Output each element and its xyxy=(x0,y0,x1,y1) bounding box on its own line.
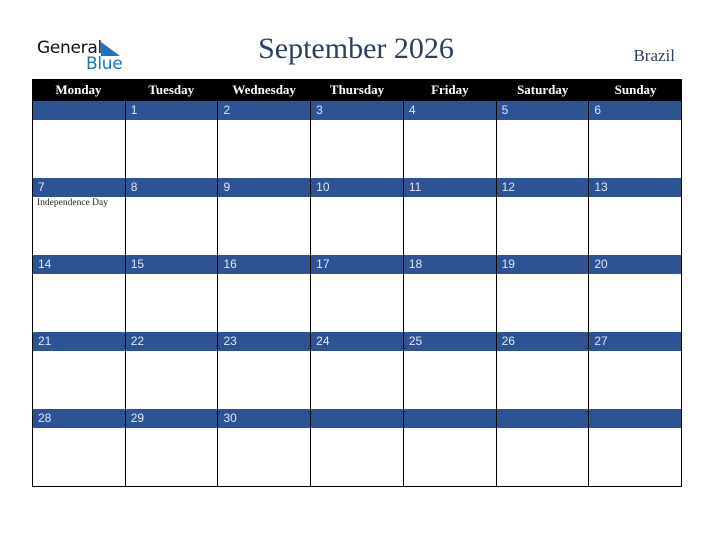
day-number: 13 xyxy=(589,178,682,197)
day-number: 1 xyxy=(125,101,218,120)
day-number: 24 xyxy=(311,332,403,351)
day-cell[interactable]: 13 xyxy=(589,178,683,255)
day-cell[interactable]: 18 xyxy=(403,255,497,332)
day-number: 16 xyxy=(218,255,311,274)
day-cell[interactable]: 22 xyxy=(125,332,219,409)
day-cell[interactable]: 21 xyxy=(33,332,126,409)
day-number: 5 xyxy=(496,101,589,120)
day-cell[interactable]: 7 Independence Day xyxy=(33,178,126,255)
day-cell[interactable]: 19 xyxy=(496,255,590,332)
day-cell[interactable]: 8 xyxy=(125,178,219,255)
day-number: 29 xyxy=(125,409,218,428)
day-number: 14 xyxy=(33,255,125,274)
week-row: 28 29 30 xyxy=(32,409,683,487)
day-cell[interactable]: 11 xyxy=(403,178,497,255)
day-number: 23 xyxy=(218,332,311,351)
day-number: 26 xyxy=(496,332,589,351)
day-cell[interactable]: 26 xyxy=(496,332,590,409)
day-number: 11 xyxy=(403,178,496,197)
day-number: 30 xyxy=(218,409,311,428)
day-cell[interactable]: 29 xyxy=(125,409,219,486)
day-cell[interactable]: 30 xyxy=(218,409,312,486)
day-cell[interactable]: 12 xyxy=(496,178,590,255)
day-number: 15 xyxy=(125,255,218,274)
weekday-monday: Monday xyxy=(55,82,102,97)
day-number: 18 xyxy=(403,255,496,274)
day-cell[interactable]: 9 xyxy=(218,178,312,255)
day-number: 6 xyxy=(589,101,682,120)
day-number: 21 xyxy=(33,332,125,351)
day-cell[interactable]: 16 xyxy=(218,255,312,332)
country-label: Brazil xyxy=(633,46,675,65)
day-cell[interactable]: 24 xyxy=(311,332,404,409)
day-number xyxy=(403,409,496,428)
day-cell[interactable]: 27 xyxy=(589,332,683,409)
weekday-saturday: Saturday xyxy=(517,82,569,97)
day-number: 20 xyxy=(589,255,682,274)
day-cell[interactable]: 6 xyxy=(589,101,683,178)
day-cell[interactable]: 2 xyxy=(218,101,312,178)
week-row: 21 22 23 24 25 26 27 xyxy=(32,332,683,409)
day-number: 28 xyxy=(33,409,125,428)
day-number: 10 xyxy=(311,178,403,197)
day-number: 4 xyxy=(403,101,496,120)
weekday-thursday: Thursday xyxy=(329,82,385,97)
day-cell[interactable]: 28 xyxy=(33,409,126,486)
day-cell[interactable]: 23 xyxy=(218,332,312,409)
day-cell[interactable]: 15 xyxy=(125,255,219,332)
day-number: 27 xyxy=(589,332,682,351)
day-number: 22 xyxy=(125,332,218,351)
day-cell[interactable]: 4 xyxy=(403,101,497,178)
day-number xyxy=(33,101,125,120)
day-number xyxy=(311,409,403,428)
week-row: 7 Independence Day 8 9 10 11 12 13 xyxy=(32,178,683,255)
day-cell[interactable]: 25 xyxy=(403,332,497,409)
weekday-sunday: Sunday xyxy=(614,82,657,97)
day-number: 17 xyxy=(311,255,403,274)
day-number: 8 xyxy=(125,178,218,197)
day-number: 9 xyxy=(218,178,311,197)
day-number: 25 xyxy=(403,332,496,351)
weekday-tuesday: Tuesday xyxy=(148,82,195,97)
day-cell[interactable]: 1 xyxy=(125,101,219,178)
day-cell[interactable]: 5 xyxy=(496,101,590,178)
holiday-label: Independence Day xyxy=(37,198,108,208)
weekday-header: Monday Tuesday Wednesday Thursday Friday Satu… xyxy=(32,79,682,101)
page-title: September 2026 xyxy=(258,32,454,65)
weekday-friday: Friday xyxy=(431,82,469,97)
day-cell[interactable] xyxy=(589,409,683,486)
week-row: 14 15 16 17 18 19 20 xyxy=(32,255,683,332)
day-cell[interactable]: 20 xyxy=(589,255,683,332)
calendar-grid: Monday Tuesday Wednesday Thursday Friday Satu… xyxy=(32,79,683,487)
day-cell[interactable]: 3 xyxy=(311,101,404,178)
day-cell[interactable]: 14 xyxy=(33,255,126,332)
day-cell[interactable]: 10 xyxy=(311,178,404,255)
day-cell[interactable] xyxy=(311,409,404,486)
day-number: 2 xyxy=(218,101,311,120)
day-cell[interactable]: 17 xyxy=(311,255,404,332)
day-cell[interactable] xyxy=(496,409,590,486)
day-number: 19 xyxy=(496,255,589,274)
day-number: 3 xyxy=(311,101,403,120)
weekday-wednesday: Wednesday xyxy=(232,82,296,97)
day-number: 7 xyxy=(33,178,125,197)
day-number xyxy=(589,409,682,428)
day-number xyxy=(496,409,589,428)
day-cell[interactable] xyxy=(403,409,497,486)
day-number: 12 xyxy=(496,178,589,197)
week-row: 123456 xyxy=(32,101,683,178)
day-cell[interactable] xyxy=(33,101,126,178)
